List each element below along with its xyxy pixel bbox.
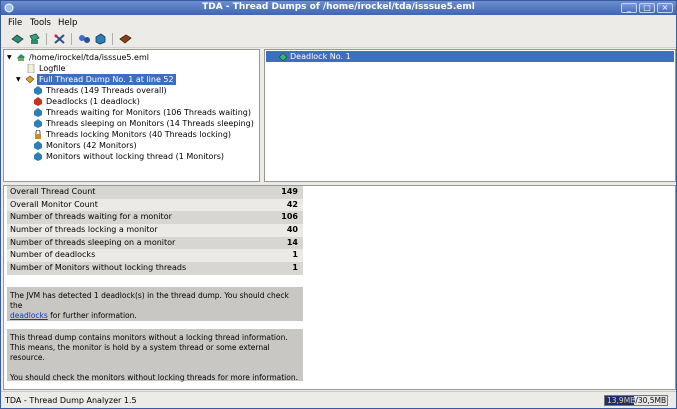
table-row: Number of threads waiting for a monitor 1… — [7, 211, 303, 225]
window-title: TDA - Thread Dumps of /home/irockel/tda/… — [202, 2, 475, 12]
threads-icon — [34, 86, 42, 95]
title-bar[interactable]: TDA - Thread Dumps of /home/irockel/tda/… — [1, 1, 676, 15]
menu-help[interactable]: Help — [58, 18, 77, 28]
details-pane: Overall Thread Count 149 Overall Monitor … — [3, 185, 676, 390]
collapse-icon[interactable]: ▼ — [16, 76, 21, 83]
toolbar — [1, 30, 676, 48]
lock-icon — [35, 130, 41, 139]
deadlocks-link[interactable]: deadlocks — [10, 311, 48, 320]
deadlock-item-label: Deadlock No. 1 — [290, 52, 351, 61]
deadlock-icon — [34, 97, 42, 106]
thread-dump-icon — [25, 75, 35, 84]
monitor-icon — [34, 141, 42, 150]
monitor-icon[interactable] — [94, 33, 107, 45]
table-row: Number of Monitors without locking threa… — [7, 262, 303, 275]
close-button[interactable]: × — [657, 3, 673, 13]
table-row: Number of threads locking a monitor 40 — [7, 224, 303, 237]
threads-icon — [34, 119, 42, 128]
table-row: Number of deadlocks 1 — [7, 249, 303, 263]
open-file-icon[interactable] — [11, 33, 24, 45]
menu-file[interactable]: File — [8, 18, 22, 28]
maximize-button[interactable]: □ — [639, 3, 655, 13]
table-row: Overall Monitor Count 42 — [7, 198, 303, 212]
deadlock-list[interactable]: Deadlock No. 1 — [264, 49, 676, 182]
memory-indicator[interactable]: 13,9MB/30,5MB — [604, 395, 668, 406]
status-bar: TDA - Thread Dump Analyzer 1.5 13,9MB/30… — [1, 391, 676, 408]
list-item[interactable]: Deadlock No. 1 — [266, 51, 674, 62]
dump-tree[interactable]: ▼ /home/irockel/tda/isssue5.eml Logfile … — [3, 49, 260, 182]
status-text: TDA - Thread Dump Analyzer 1.5 — [5, 396, 137, 405]
document-icon — [27, 64, 35, 73]
app-window: TDA - Thread Dumps of /home/irockel/tda/… — [0, 0, 677, 409]
find-long-running-icon[interactable] — [78, 33, 91, 45]
toolbar-separator — [112, 33, 113, 45]
table-row: Number of threads sleeping on a monitor 1… — [7, 236, 303, 250]
table-row: Overall Thread Count 149 — [7, 186, 303, 199]
deadlock-icon — [278, 53, 288, 61]
threads-icon — [34, 108, 42, 117]
toolbar-separator — [71, 33, 72, 45]
memory-text: 13,9MB/30,5MB — [607, 396, 667, 405]
help-book-icon[interactable] — [119, 33, 132, 45]
stats-table: Overall Thread Count 149 Overall Monitor … — [7, 186, 303, 275]
menu-bar: File Tools Help — [1, 15, 676, 30]
filters-icon[interactable] — [53, 33, 66, 45]
minimize-button[interactable]: _ — [621, 3, 637, 13]
file-icon — [17, 54, 25, 61]
toolbar-separator — [46, 33, 47, 45]
menu-tools[interactable]: Tools — [30, 18, 51, 28]
deadlock-info-box: The JVM has detected 1 deadlock(s) in th… — [7, 287, 303, 321]
monitor-icon — [34, 152, 42, 161]
monitor-info-box: This thread dump contains monitors witho… — [7, 329, 303, 382]
collapse-icon[interactable]: ▼ — [7, 54, 12, 61]
open-logfile-icon[interactable] — [28, 33, 41, 45]
